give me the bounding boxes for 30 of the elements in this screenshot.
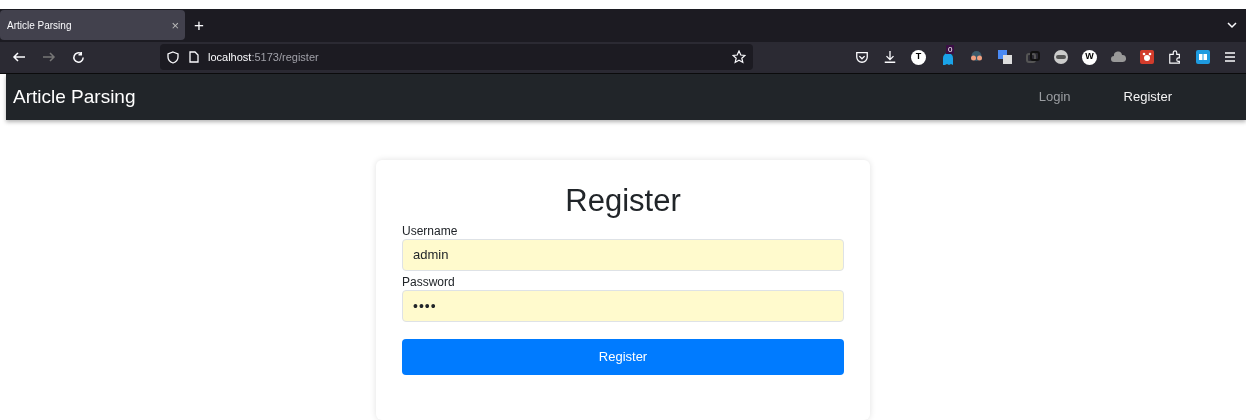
star-icon[interactable] bbox=[732, 50, 746, 65]
paw-icon[interactable] bbox=[1140, 50, 1154, 65]
username-field[interactable]: admin bbox=[402, 239, 844, 271]
pocket-icon[interactable] bbox=[855, 50, 869, 65]
form-title: Register bbox=[564, 182, 682, 220]
link-icon[interactable] bbox=[1026, 50, 1040, 65]
brand-title[interactable]: Article Parsing bbox=[13, 82, 136, 112]
menu-icon[interactable] bbox=[1224, 51, 1236, 64]
extension-icon[interactable]: W bbox=[1082, 49, 1097, 65]
shield-icon bbox=[167, 50, 179, 64]
nav-link[interactable]: Register bbox=[1123, 87, 1172, 107]
browser-tab[interactable]: Article Parsing × bbox=[0, 10, 185, 41]
field-label: Username bbox=[402, 223, 459, 239]
download-icon[interactable] bbox=[883, 50, 897, 65]
book-icon[interactable] bbox=[1196, 50, 1210, 65]
extension-icon[interactable]: T bbox=[911, 49, 926, 65]
glasses-icon[interactable] bbox=[969, 51, 984, 64]
translate-icon[interactable] bbox=[998, 50, 1012, 65]
puzzle-icon[interactable] bbox=[1168, 50, 1182, 65]
close-tab-button[interactable]: × bbox=[171, 18, 179, 32]
page-icon bbox=[189, 51, 199, 64]
password-field[interactable]: •••• bbox=[402, 290, 844, 322]
address-bar[interactable]: localhost:5173/register bbox=[160, 44, 753, 71]
cloud-icon[interactable] bbox=[1111, 51, 1126, 64]
nav-link[interactable]: Login bbox=[1038, 87, 1071, 107]
url-text: localhost:5173/register bbox=[208, 49, 320, 65]
reload-icon[interactable] bbox=[72, 50, 85, 64]
new-tab-button[interactable]: + bbox=[194, 16, 204, 34]
register-button[interactable]: Register bbox=[402, 339, 844, 375]
field-label: Password bbox=[402, 274, 456, 290]
